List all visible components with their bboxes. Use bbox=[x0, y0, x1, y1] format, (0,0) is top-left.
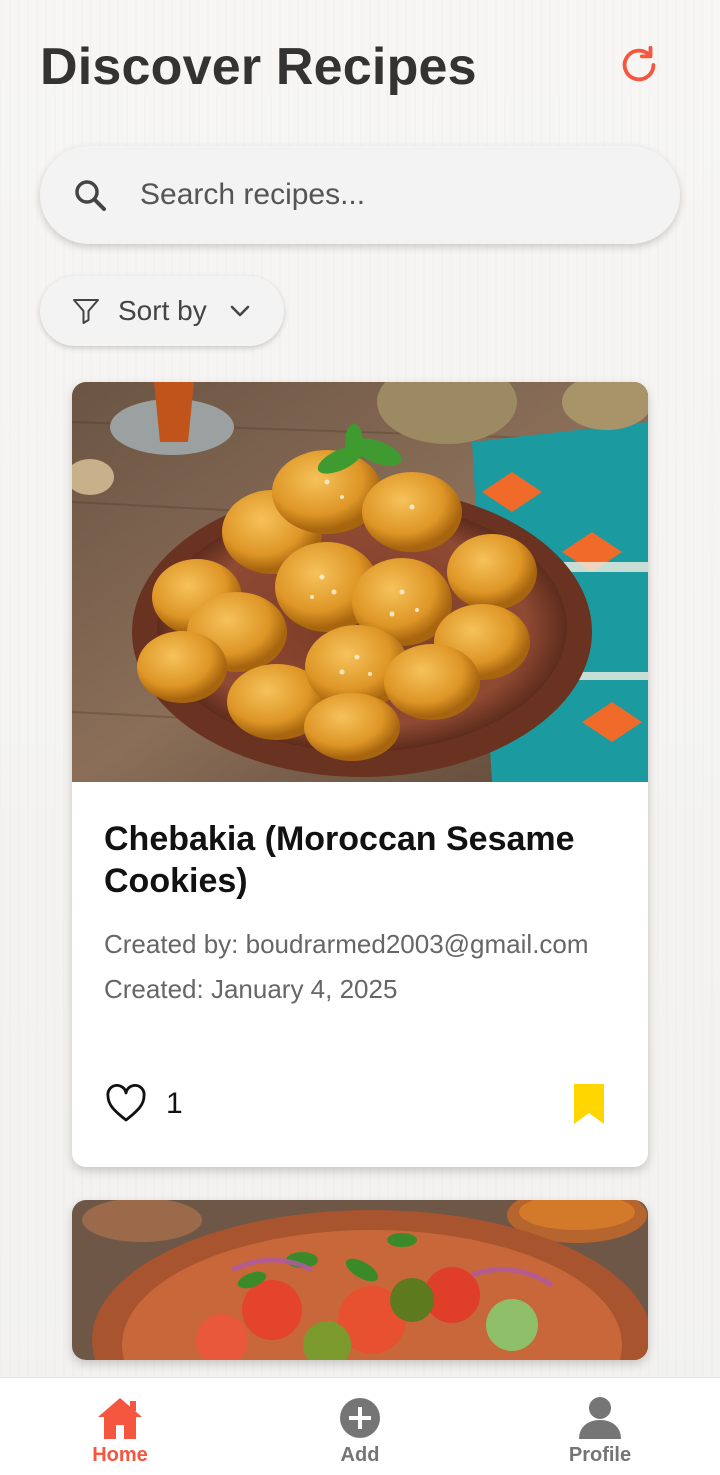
nav-home[interactable]: Home bbox=[0, 1378, 240, 1475]
like-count: 1 bbox=[166, 1087, 183, 1120]
heart-icon bbox=[106, 1084, 146, 1122]
nav-add[interactable]: Add bbox=[240, 1378, 480, 1475]
recipe-actions: 1 bbox=[104, 1082, 606, 1126]
nav-label-add: Add bbox=[340, 1444, 380, 1466]
recipe-title: Chebakia (Moroccan Sesame Cookies) bbox=[104, 820, 575, 900]
search-input[interactable] bbox=[138, 177, 622, 213]
like-button[interactable] bbox=[104, 1082, 148, 1126]
bookmark-button[interactable] bbox=[572, 1082, 606, 1126]
nav-label-profile: Profile bbox=[568, 1444, 632, 1466]
recipe-image bbox=[72, 1200, 648, 1360]
sort-dropdown[interactable]: Sort by bbox=[40, 276, 284, 346]
refresh-button[interactable] bbox=[614, 40, 664, 90]
home-icon bbox=[96, 1394, 144, 1442]
nav-label-home: Home bbox=[92, 1444, 148, 1466]
bottom-navigation: Home Add Profile bbox=[0, 1377, 720, 1475]
recipe-created-date: Created: January 4, 2025 bbox=[104, 974, 398, 1004]
sort-label: Sort by bbox=[118, 295, 207, 326]
search-bar bbox=[40, 146, 680, 244]
person-icon bbox=[576, 1394, 624, 1442]
filter-icon bbox=[70, 295, 102, 327]
nav-profile[interactable]: Profile bbox=[480, 1378, 720, 1475]
recipe-image bbox=[72, 382, 648, 782]
search-icon bbox=[70, 175, 110, 215]
recipe-card[interactable]: Chebakia (Moroccan Sesame Cookies) Creat… bbox=[72, 382, 648, 1167]
chevron-down-icon bbox=[227, 298, 253, 324]
recipe-card[interactable] bbox=[72, 1200, 648, 1360]
page-title: Discover Recipes bbox=[40, 38, 477, 96]
refresh-icon bbox=[622, 45, 656, 82]
bookmark-icon bbox=[574, 1084, 604, 1124]
recipe-creator: Created by: boudrarmed2003@gmail.com bbox=[104, 929, 589, 959]
discover-page: Discover Recipes Sort by bbox=[0, 0, 720, 1475]
add-circle-icon bbox=[336, 1394, 384, 1442]
